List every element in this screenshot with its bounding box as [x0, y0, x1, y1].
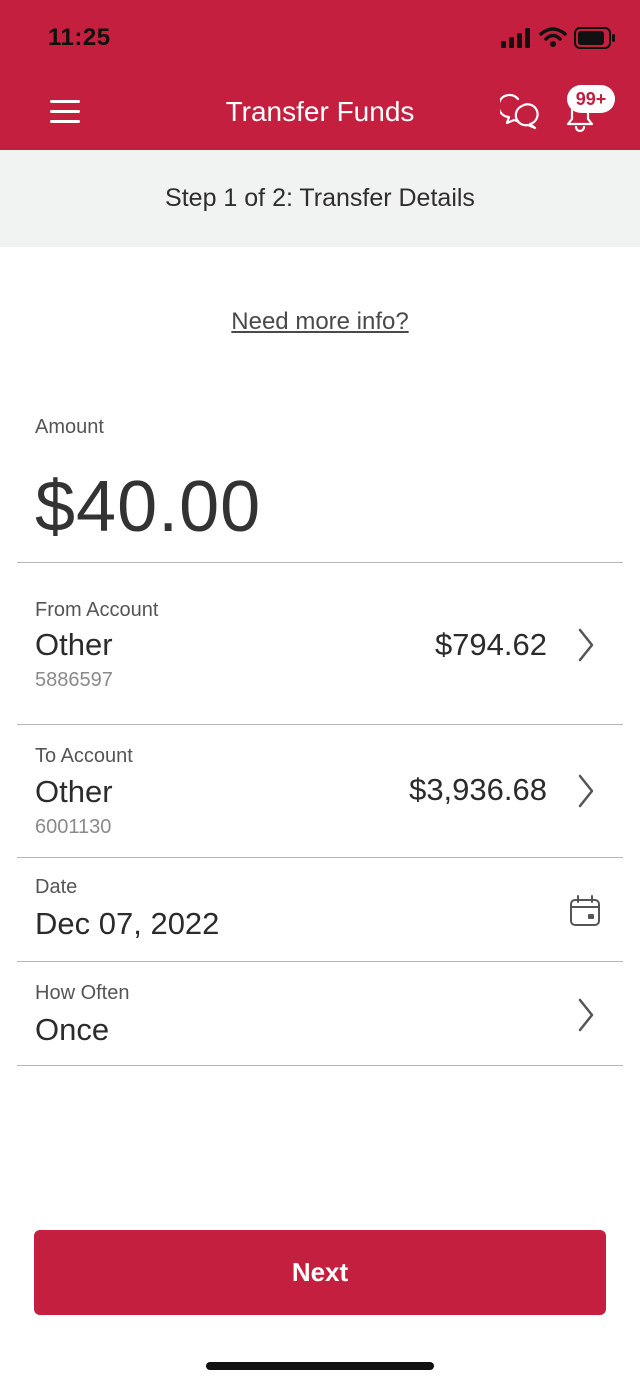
to-account-label: To Account — [35, 745, 133, 767]
how-often-label: How Often — [35, 982, 130, 1004]
how-often-value: Once — [35, 1012, 110, 1047]
from-account-label: From Account — [35, 599, 159, 621]
divider — [17, 1065, 623, 1066]
chevron-right-icon — [578, 998, 594, 1032]
home-indicator — [206, 1362, 434, 1370]
chat-icon[interactable] — [500, 92, 540, 132]
from-account-balance: $794.62 — [434, 627, 547, 662]
how-often-row[interactable]: How Often Once — [0, 962, 640, 1065]
battery-icon — [574, 27, 615, 49]
page-title: Transfer Funds — [225, 96, 415, 127]
date-label: Date — [35, 876, 78, 898]
to-account-number: 6001130 — [35, 816, 112, 838]
from-account-row[interactable]: From Account Other 5886597 $794.62 — [0, 563, 640, 724]
from-account-name: Other — [35, 627, 113, 662]
date-value: Dec 07, 2022 — [35, 906, 220, 941]
calendar-icon[interactable] — [568, 894, 602, 928]
chevron-right-icon — [578, 774, 594, 808]
step-banner: Step 1 of 2: Transfer Details — [0, 150, 640, 247]
wifi-icon — [539, 27, 567, 47]
amount-label: Amount — [35, 416, 104, 438]
signal-icon — [501, 28, 530, 48]
amount-input[interactable]: $40.00 — [35, 466, 261, 548]
status-time: 11:25 — [48, 24, 111, 51]
from-account-number: 5886597 — [35, 669, 113, 691]
date-row[interactable]: Date Dec 07, 2022 — [0, 858, 640, 961]
chevron-right-icon — [578, 628, 594, 662]
to-account-balance: $3,936.68 — [409, 772, 547, 807]
next-button[interactable]: Next — [34, 1230, 606, 1315]
notification-badge: 99+ — [567, 85, 615, 113]
step-indicator: Step 1 of 2: Transfer Details — [165, 184, 475, 212]
to-account-row[interactable]: To Account Other 6001130 $3,936.68 — [0, 725, 640, 857]
need-more-info-link[interactable]: Need more info? — [0, 308, 640, 336]
to-account-name: Other — [35, 774, 113, 809]
app-header: 11:25 Transfer Funds 99+ — [0, 0, 640, 150]
